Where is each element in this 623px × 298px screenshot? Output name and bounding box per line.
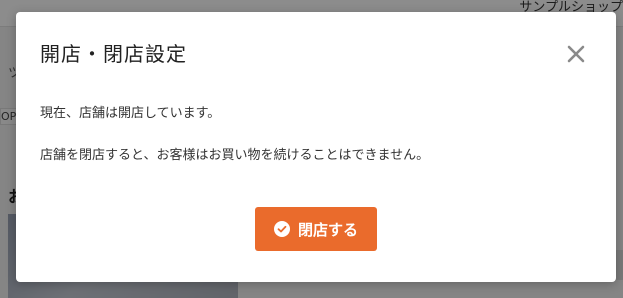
close-warning-message: 店舗を閉店すると、お客様はお買い物を続けることはできません。 <box>40 148 430 163</box>
check-circle-icon <box>273 221 290 237</box>
close-icon <box>567 45 585 63</box>
store-open-close-dialog: 開店・閉店設定 現在、店舗は開店しています。 店舗を閉店すると、お客様はお買い物… <box>16 12 616 282</box>
close-store-button[interactable]: 閉店する <box>255 207 377 251</box>
store-status-message: 現在、店舗は開店しています。 <box>40 106 221 121</box>
dialog-title: 開店・閉店設定 <box>40 42 187 66</box>
close-store-button-label: 閉店する <box>297 220 358 239</box>
close-button[interactable] <box>564 42 588 66</box>
